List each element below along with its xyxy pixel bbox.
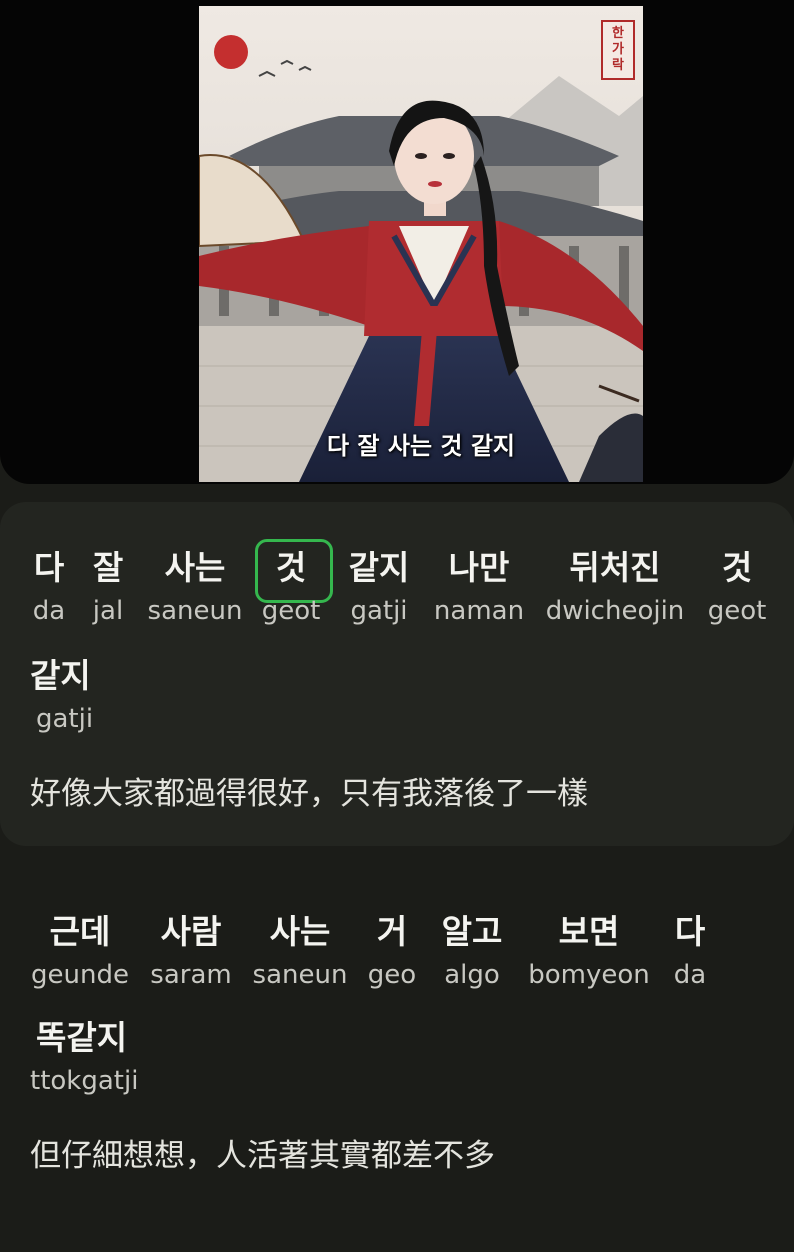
word-romanization: algo — [444, 960, 500, 990]
lyric-card-active[interactable]: 다 da 잘 jal 사는 saneun 것 geot 같지 gatji 나만 … — [0, 502, 794, 846]
lyric-word[interactable]: 것 geot — [702, 546, 772, 628]
channel-seal-logo: 한가락 — [601, 20, 635, 80]
word-korean: 나만 — [448, 548, 510, 587]
lyric-word[interactable]: 같지 gatji — [344, 546, 414, 628]
word-romanization: geot — [707, 596, 767, 626]
word-korean: 똑같지 — [36, 1018, 128, 1057]
lyric-word[interactable]: 잘 jal — [83, 546, 133, 628]
word-korean: 잘 — [92, 548, 124, 587]
word-korean: 것 — [721, 548, 753, 587]
lyric-word[interactable]: 같지 gatji — [30, 654, 100, 736]
word-romanization: jal — [92, 596, 124, 626]
lyric-word[interactable]: 뒤처진 dwicheojin — [540, 546, 690, 628]
lyric-word[interactable]: 근데 geunde — [30, 910, 130, 992]
word-korean: 사람 — [160, 912, 222, 951]
word-romanization: geot — [261, 596, 321, 626]
lyric-word[interactable]: 똑같지 ttokgatji — [30, 1016, 170, 1098]
word-korean: 근데 — [49, 912, 111, 951]
video-subtitle: 다 잘 사는 것 같지 — [327, 432, 515, 460]
lyric-word[interactable]: 사는 saneun — [145, 546, 245, 628]
lyric-word[interactable]: 보면 bomyeon — [524, 910, 654, 992]
lyric-translation: 好像大家都過得很好，只有我落後了一樣 — [30, 776, 588, 812]
word-romanization: naman — [433, 596, 525, 626]
word-korean: 같지 — [348, 548, 410, 587]
word-romanization: gatji — [350, 596, 408, 626]
lyric-word-highlighted[interactable]: 것 geot — [258, 546, 324, 628]
lyric-word[interactable]: 다 da — [27, 546, 71, 628]
word-romanization: gatji — [36, 704, 94, 734]
word-romanization: dwicheojin — [545, 596, 685, 626]
word-korean: 같지 — [30, 656, 91, 695]
word-korean: 뒤처진 — [569, 548, 661, 587]
word-korean: 보면 — [558, 912, 620, 951]
word-romanization: geo — [367, 960, 417, 990]
word-romanization: saneun — [252, 960, 348, 990]
word-korean: 사는 — [164, 548, 226, 587]
word-korean: 사는 — [269, 912, 331, 951]
word-romanization: saneun — [147, 596, 243, 626]
lyric-word[interactable]: 알고 algo — [436, 910, 508, 992]
word-romanization: ttokgatji — [30, 1066, 139, 1096]
word-romanization: da — [673, 960, 707, 990]
word-romanization: bomyeon — [528, 960, 650, 990]
word-korean: 것 — [275, 548, 307, 587]
lyric-word[interactable]: 나만 naman — [432, 546, 526, 628]
lyric-translation: 但仔細想想，人活著其實都差不多 — [30, 1138, 495, 1174]
hanbok-illustration — [199, 6, 643, 482]
word-korean: 알고 — [441, 912, 503, 951]
lyric-word[interactable]: 사는 saneun — [250, 910, 350, 992]
word-romanization: saram — [150, 960, 232, 990]
lyric-word[interactable]: 사람 saram — [145, 910, 237, 992]
word-korean: 거 — [376, 912, 408, 951]
video-panel[interactable]: 한가락 다 잘 사는 것 같지 — [0, 0, 794, 484]
word-korean: 다 — [33, 548, 65, 587]
lyric-word[interactable]: 다 da — [668, 910, 712, 992]
word-romanization: geunde — [31, 960, 129, 990]
lyric-card[interactable]: 근데 geunde 사람 saram 사는 saneun 거 geo 알고 al… — [0, 880, 794, 1210]
video-thumbnail[interactable]: 한가락 다 잘 사는 것 같지 — [199, 6, 643, 482]
word-romanization: da — [32, 596, 66, 626]
lyric-word[interactable]: 거 geo — [363, 910, 421, 992]
word-korean: 다 — [674, 912, 706, 951]
